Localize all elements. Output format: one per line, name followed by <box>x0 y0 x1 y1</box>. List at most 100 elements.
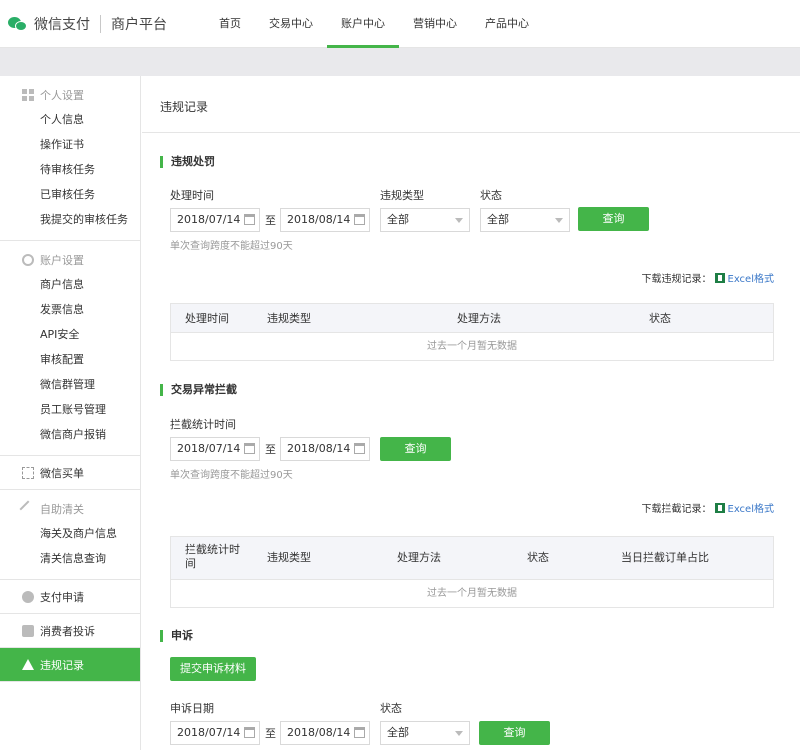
tools-icon <box>19 500 37 517</box>
sidebar-item-staff-accounts[interactable]: 员工账号管理 <box>0 397 140 422</box>
label-appeal-date: 申诉日期 <box>170 702 214 715</box>
label-status: 状态 <box>480 189 502 202</box>
chevron-down-icon <box>455 218 463 223</box>
sidebar-item-reimbursement[interactable]: 微信商户报销 <box>0 422 140 447</box>
sidebar-item-pending-review[interactable]: 待审核任务 <box>0 157 140 182</box>
table-header: 拦截统计时间 违规类型 处理方法 状态 当日拦截订单占比 <box>171 537 773 580</box>
top-nav: 首页 交易中心 账户中心 营销中心 产品中心 <box>205 0 543 48</box>
table-header: 处理时间 违规类型 处理方法 状态 <box>171 304 773 333</box>
column-header: 状态 <box>527 551 549 564</box>
header-band <box>0 48 800 76</box>
appeal-end-date-input[interactable]: 2018/08/14 <box>280 721 370 745</box>
label-appeal-status: 状态 <box>380 702 402 715</box>
penalty-end-date-input[interactable]: 2018/08/14 <box>280 208 370 232</box>
sidebar-group-account: 账户设置 商户信息 发票信息 API安全 审核配置 微信群管理 员工账号管理 微… <box>0 241 140 456</box>
column-header: 当日拦截订单占比 <box>621 551 709 564</box>
sidebar-item-pay-apply[interactable]: 支付申请 <box>0 580 140 614</box>
sidebar-group-customs: 自助清关 海关及商户信息 清关信息查询 <box>0 490 140 580</box>
logo[interactable]: 微信支付 商户平台 <box>8 13 167 35</box>
sidebar-item-violation[interactable]: 违规记录 <box>0 648 140 682</box>
calendar-icon[interactable] <box>354 727 365 738</box>
column-header: 违规类型 <box>267 551 311 564</box>
section-title-intercept: 交易异常拦截 <box>160 384 237 396</box>
intercept-end-date-input[interactable]: 2018/08/14 <box>280 437 370 461</box>
nav-trade-center[interactable]: 交易中心 <box>255 0 327 48</box>
nav-marketing-center[interactable]: 营销中心 <box>399 0 471 48</box>
logo-subbrand: 商户平台 <box>111 17 167 33</box>
chat-bubble-icon <box>22 624 34 637</box>
download-excel-link[interactable]: Excel格式 <box>728 270 775 285</box>
calendar-icon[interactable] <box>244 214 255 225</box>
penalty-start-date-input[interactable]: 2018/07/14 <box>170 208 260 232</box>
column-header: 违规类型 <box>267 312 311 325</box>
sidebar-group-personal: 个人设置 个人信息 操作证书 待审核任务 已审核任务 我提交的审核任务 <box>0 76 140 241</box>
download-excel-link[interactable]: Excel格式 <box>728 500 775 515</box>
divider <box>142 132 800 133</box>
appeal-status-select[interactable]: 全部 <box>380 721 470 745</box>
submit-appeal-button[interactable]: 提交申诉材料 <box>170 657 256 681</box>
sidebar-item-customs-query[interactable]: 清关信息查询 <box>0 546 140 571</box>
sidebar-item-my-submitted[interactable]: 我提交的审核任务 <box>0 207 140 232</box>
sidebar: 个人设置 个人信息 操作证书 待审核任务 已审核任务 我提交的审核任务 账户设置… <box>0 76 141 750</box>
intercept-query-button[interactable]: 查询 <box>380 437 451 461</box>
penalty-query-button[interactable]: 查询 <box>578 207 649 231</box>
sidebar-item-complaint[interactable]: 消费者投诉 <box>0 614 140 648</box>
sidebar-item-merchant-info[interactable]: 商户信息 <box>0 272 140 297</box>
calendar-icon[interactable] <box>354 443 365 454</box>
top-header: 微信支付 商户平台 首页 交易中心 账户中心 营销中心 产品中心 <box>0 0 800 48</box>
calendar-icon[interactable] <box>354 214 365 225</box>
gear-icon <box>22 253 34 266</box>
chevron-down-icon <box>555 218 563 223</box>
column-header: 处理方法 <box>397 551 441 564</box>
section-title-appeal: 申诉 <box>160 630 193 642</box>
nav-account-center[interactable]: 账户中心 <box>327 0 399 48</box>
date-range-separator: 至 <box>265 443 276 456</box>
scan-icon <box>22 466 34 479</box>
logo-brand: 微信支付 <box>34 17 90 33</box>
section-title-penalty: 违规处罚 <box>160 156 215 168</box>
grid-icon <box>22 88 34 101</box>
query-range-hint: 单次查询跨度不能超过90天 <box>170 470 293 481</box>
download-intercept-records: 下载拦截记录： Excel格式 <box>642 500 775 515</box>
sidebar-item-certificate[interactable]: 操作证书 <box>0 132 140 157</box>
column-header: 拦截统计时间 <box>185 543 240 570</box>
violation-type-select[interactable]: 全部 <box>380 208 470 232</box>
empty-row: 过去一个月暂无数据 <box>427 588 517 599</box>
penalty-table: 处理时间 违规类型 处理方法 状态 过去一个月暂无数据 <box>170 303 774 361</box>
sidebar-item-api-security[interactable]: API安全 <box>0 322 140 347</box>
excel-icon <box>714 272 725 283</box>
sidebar-group-title: 自助清关 <box>0 496 140 521</box>
column-header: 状态 <box>649 312 671 325</box>
intercept-start-date-input[interactable]: 2018/07/14 <box>170 437 260 461</box>
sidebar-item-reviewed[interactable]: 已审核任务 <box>0 182 140 207</box>
appeal-start-date-input[interactable]: 2018/07/14 <box>170 721 260 745</box>
logo-divider <box>100 15 101 33</box>
check-circle-icon <box>22 590 34 603</box>
sidebar-item-review-config[interactable]: 审核配置 <box>0 347 140 372</box>
warning-icon <box>22 659 34 670</box>
download-penalty-records: 下载违规记录： Excel格式 <box>642 270 775 285</box>
penalty-status-select[interactable]: 全部 <box>480 208 570 232</box>
sidebar-group-title: 账户设置 <box>0 247 140 272</box>
sidebar-item-wechat-group[interactable]: 微信群管理 <box>0 372 140 397</box>
sidebar-item-customs-merchant[interactable]: 海关及商户信息 <box>0 521 140 546</box>
appeal-query-button[interactable]: 查询 <box>479 721 550 745</box>
column-header: 处理时间 <box>185 312 229 325</box>
nav-product-center[interactable]: 产品中心 <box>471 0 543 48</box>
nav-home[interactable]: 首页 <box>205 0 255 48</box>
intercept-table: 拦截统计时间 违规类型 处理方法 状态 当日拦截订单占比 过去一个月暂无数据 <box>170 536 774 608</box>
wechat-logo-icon <box>8 15 28 33</box>
sidebar-item-personal-info[interactable]: 个人信息 <box>0 107 140 132</box>
sidebar-item-wechat-bill[interactable]: 微信买单 <box>0 456 140 490</box>
sidebar-item-invoice-info[interactable]: 发票信息 <box>0 297 140 322</box>
calendar-icon[interactable] <box>244 443 255 454</box>
label-process-time: 处理时间 <box>170 189 214 202</box>
main-content: 违规记录 违规处罚 处理时间 2018/07/14 至 2018/08/14 违… <box>142 76 800 750</box>
date-range-separator: 至 <box>265 214 276 227</box>
date-range-separator: 至 <box>265 727 276 740</box>
excel-icon <box>714 502 725 513</box>
page-title: 违规记录 <box>160 100 209 114</box>
calendar-icon[interactable] <box>244 727 255 738</box>
sidebar-group-title: 个人设置 <box>0 82 140 107</box>
label-intercept-time: 拦截统计时间 <box>170 418 236 431</box>
